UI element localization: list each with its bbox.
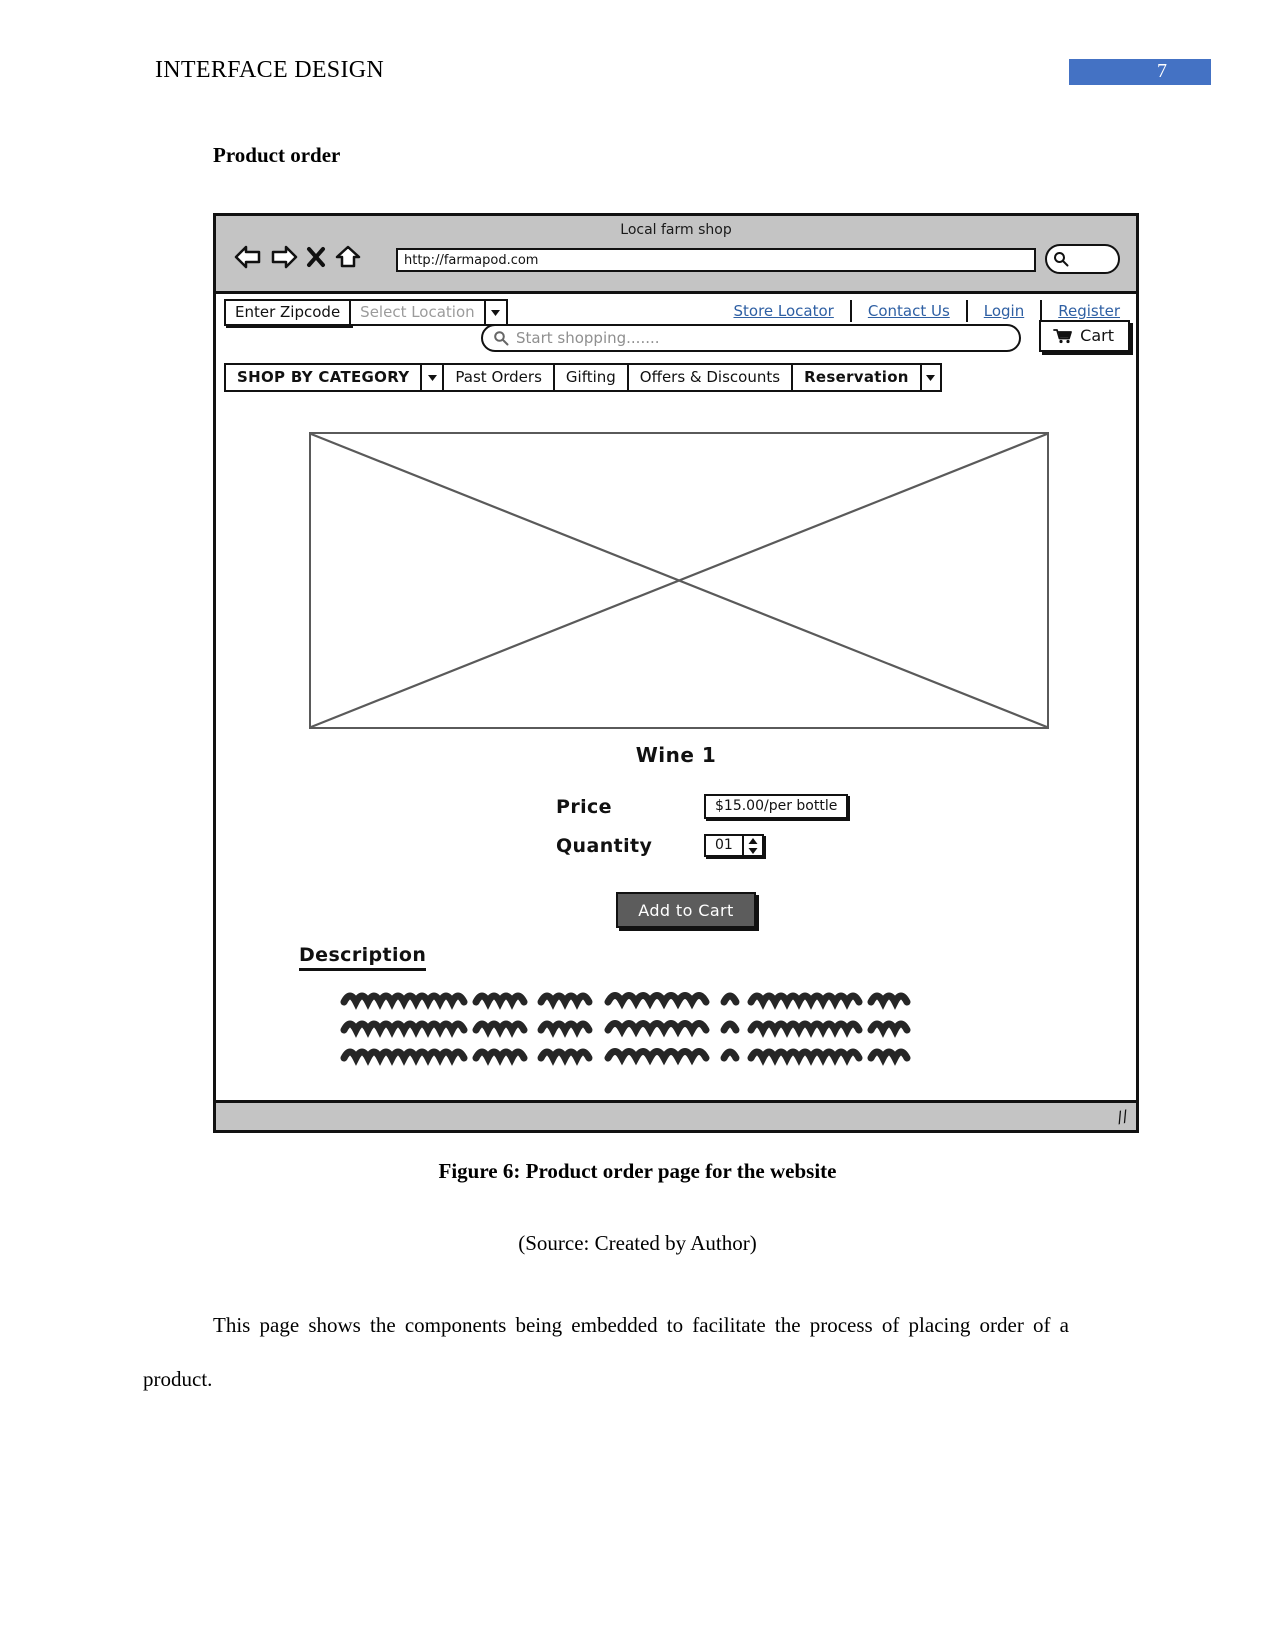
cart-label: Cart <box>1080 326 1114 345</box>
nav-item-shop-by-category[interactable]: SHOP BY CATEGORY <box>224 363 421 392</box>
link-contact-us[interactable]: Contact Us <box>852 302 966 320</box>
section-heading: Product order <box>213 143 341 167</box>
page-number: 7 <box>1157 60 1167 82</box>
chevron-down-icon[interactable] <box>485 299 508 326</box>
add-to-cart-button[interactable]: Add to Cart <box>616 892 756 928</box>
nav-item-past-orders[interactable]: Past Orders <box>442 363 553 392</box>
scribble-line <box>336 1040 1036 1068</box>
body-paragraph: This page shows the components being emb… <box>143 1313 1069 1391</box>
location-group: Enter Zipcode Select Location <box>224 299 508 326</box>
shopping-cart-icon <box>1053 328 1073 343</box>
browser-status-bar: // <box>216 1100 1136 1130</box>
home-icon[interactable] <box>334 244 362 270</box>
browser-nav-icons <box>234 244 362 270</box>
price-label: Price <box>556 795 612 818</box>
search-icon <box>494 331 509 346</box>
select-location-dropdown[interactable]: Select Location <box>351 299 486 326</box>
link-login[interactable]: Login <box>968 302 1040 320</box>
scribble-line <box>336 984 1036 1012</box>
browser-window-title: Local farm shop <box>620 222 732 238</box>
quantity-label: Quantity <box>556 834 653 857</box>
page-number-badge: 7 <box>1069 59 1211 85</box>
shop-search-input[interactable]: Start shopping....... <box>481 324 1021 352</box>
search-icon <box>1054 252 1069 267</box>
price-value: $15.00/per bottle <box>704 794 849 819</box>
url-text: http://farmapod.com <box>404 252 539 268</box>
browser-search-box[interactable] <box>1045 244 1120 274</box>
running-header: INTERFACE DESIGN <box>155 57 385 83</box>
enter-zipcode-button[interactable]: Enter Zipcode <box>224 299 352 326</box>
category-nav: SHOP BY CATEGORY Past Orders Gifting Off… <box>224 363 942 392</box>
quantity-value[interactable]: 01 <box>706 836 742 855</box>
quantity-row: Quantity 01 <box>556 834 764 857</box>
quantity-stepper[interactable]: 01 <box>704 834 764 857</box>
cart-button[interactable]: Cart <box>1039 320 1130 352</box>
price-row: Price $15.00/per bottle <box>556 794 849 819</box>
product-title: Wine 1 <box>635 743 717 767</box>
browser-chrome: Local farm shop http://farmapod.com <box>216 216 1136 294</box>
chevron-down-icon[interactable] <box>919 363 942 392</box>
browser-wireframe: Local farm shop http://farmapod.com Ente… <box>213 213 1139 1133</box>
document-header: INTERFACE DESIGN 7 <box>0 0 1275 100</box>
spinner-up-down-icon[interactable] <box>741 836 762 855</box>
chevron-down-icon[interactable] <box>420 363 443 392</box>
figure-caption: Figure 6: Product order page for the web… <box>438 1159 837 1183</box>
resize-grip-icon[interactable]: // <box>1115 1106 1129 1127</box>
utility-bar: Enter Zipcode Select Location Store Loca… <box>216 294 1136 358</box>
nav-item-gifting[interactable]: Gifting <box>552 363 627 392</box>
description-heading: Description <box>299 944 427 971</box>
back-arrow-icon[interactable] <box>234 244 262 270</box>
link-register[interactable]: Register <box>1042 302 1136 320</box>
utility-links: Store Locator Contact Us Login Register <box>717 300 1136 322</box>
forward-arrow-icon[interactable] <box>270 244 298 270</box>
figure-source: (Source: Created by Author) <box>518 1231 757 1255</box>
shop-search-placeholder: Start shopping....... <box>516 329 660 347</box>
nav-item-reservation[interactable]: Reservation <box>791 363 920 392</box>
product-image-placeholder <box>309 432 1049 729</box>
url-input[interactable]: http://farmapod.com <box>396 248 1036 272</box>
stop-x-icon[interactable] <box>306 245 326 269</box>
link-store-locator[interactable]: Store Locator <box>717 302 849 320</box>
description-placeholder-text <box>336 984 1036 1068</box>
nav-item-offers-discounts[interactable]: Offers & Discounts <box>626 363 792 392</box>
scribble-line <box>336 1012 1036 1040</box>
